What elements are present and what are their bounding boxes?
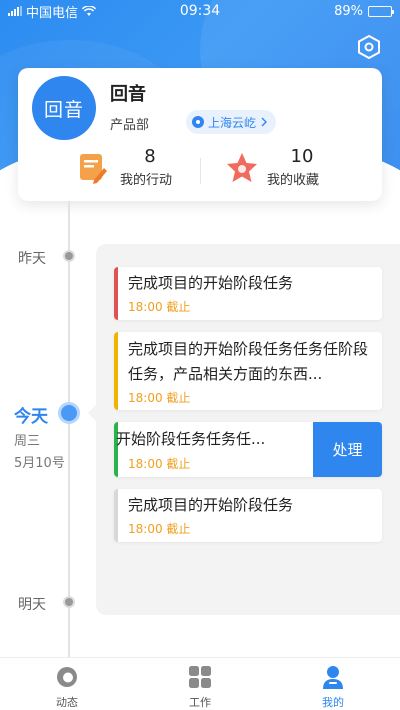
task-due: 18:00 截止 xyxy=(128,457,191,471)
battery-icon xyxy=(368,5,394,17)
battery-percent: 89% xyxy=(334,3,363,19)
task-due: 18:00 截止 xyxy=(128,300,191,314)
person-icon xyxy=(323,666,343,689)
task-title: 完成项目的开始阶段任务 xyxy=(128,274,294,292)
stat-favorites[interactable]: 10 我的收藏 xyxy=(224,146,344,192)
task-title: 开始阶段任务任务任... xyxy=(116,430,266,448)
department-label: 产品部 xyxy=(110,118,150,133)
task-card[interactable]: 完成项目的开始阶段任务 18:00 截止 xyxy=(114,267,382,320)
notepad-pencil-icon xyxy=(80,154,107,184)
task-title: 完成项目的开始阶段任务 xyxy=(128,496,294,514)
timeline-today-dot xyxy=(58,402,80,424)
stats-row: 8 我的行动 10 我的收藏 xyxy=(18,146,382,192)
stat-value: 8 xyxy=(144,146,156,167)
status-bar: 中国电信 09:34 89% xyxy=(0,0,400,22)
timeline-today: 今天 xyxy=(14,407,48,427)
grid-apps-icon xyxy=(189,666,211,688)
task-title: 完成项目的开始阶段任务任务任阶段任务，产品相关方面的东西... xyxy=(128,340,369,383)
stat-value: 10 xyxy=(290,146,314,167)
timeline-dot xyxy=(63,250,75,262)
profile-card: 回音 回音 产品部 上海云屹 8 我的行动 10 我的收藏 xyxy=(18,68,382,201)
carrier-name: 中国电信 xyxy=(26,5,79,21)
activity-ring-icon xyxy=(57,667,77,687)
user-name: 回音 xyxy=(110,84,146,105)
tab-label: 我的 xyxy=(322,696,344,709)
today-date: 5月10号 xyxy=(14,456,65,471)
tab-label: 动态 xyxy=(56,696,78,709)
location-label: 上海云屹 xyxy=(208,115,257,130)
tab-label: 工作 xyxy=(189,696,211,709)
star-icon xyxy=(227,153,257,182)
avatar[interactable]: 回音 xyxy=(32,76,96,140)
tab-work[interactable]: 工作 xyxy=(160,664,240,710)
wifi-icon xyxy=(82,5,97,16)
stats-divider xyxy=(200,158,201,184)
task-card[interactable]: 完成项目的开始阶段任务 18:00 截止 xyxy=(114,489,382,542)
tab-mine[interactable]: 我的 xyxy=(293,664,373,710)
timeline-yesterday: 昨天 xyxy=(18,251,46,267)
timeline-line xyxy=(68,201,70,657)
task-due: 18:00 截止 xyxy=(128,522,191,536)
stat-label: 我的行动 xyxy=(120,173,173,188)
task-accent-bar xyxy=(114,489,118,542)
chevron-right-icon xyxy=(261,117,268,127)
task-card[interactable]: 完成项目的开始阶段任务任务任阶段任务，产品相关方面的东西... 18:00 截止 xyxy=(114,332,382,410)
stat-label: 我的收藏 xyxy=(267,173,320,188)
handle-button[interactable]: 处理 xyxy=(313,422,382,477)
location-chip[interactable]: 上海云屹 xyxy=(186,110,277,134)
timeline-tomorrow: 明天 xyxy=(18,597,46,613)
task-accent-bar xyxy=(114,267,118,320)
location-pin-icon xyxy=(192,116,204,128)
bottom-tab-bar: 动态 工作 我的 xyxy=(0,657,400,710)
hexagon-settings-icon[interactable] xyxy=(356,34,382,60)
task-due: 18:00 截止 xyxy=(128,391,191,405)
stat-actions[interactable]: 8 我的行动 xyxy=(74,146,184,192)
task-accent-bar xyxy=(114,332,118,410)
today-weekday: 周三 xyxy=(14,434,41,449)
signal-icon xyxy=(8,6,22,16)
tab-activity[interactable]: 动态 xyxy=(27,664,107,710)
timeline-dot xyxy=(63,596,75,608)
